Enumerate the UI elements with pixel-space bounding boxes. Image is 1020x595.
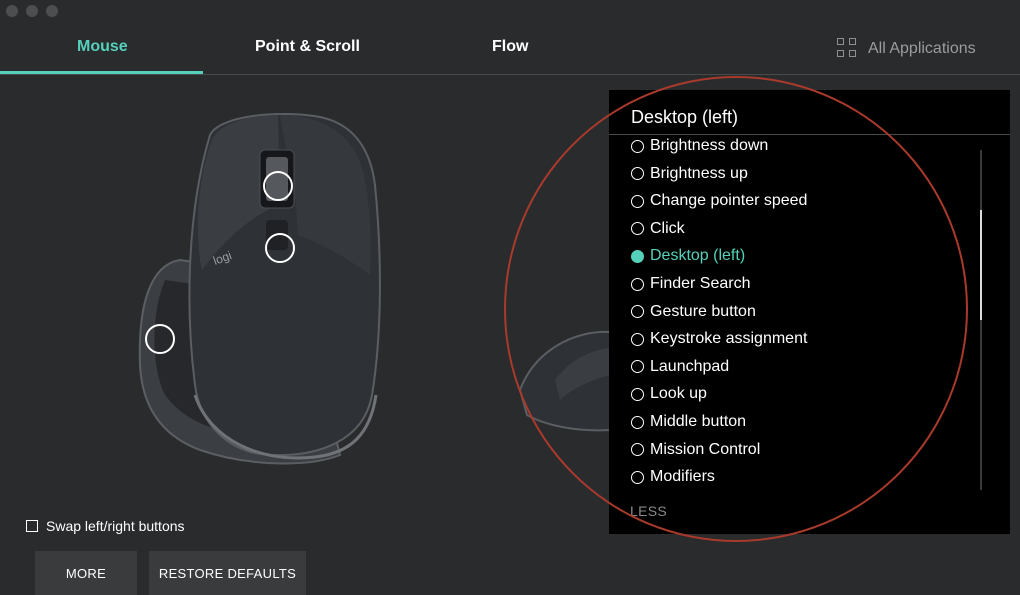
- dropdown-option[interactable]: Brightness up: [631, 163, 748, 185]
- less-button[interactable]: LESS: [630, 503, 667, 519]
- dropdown-option-label: Middle button: [650, 413, 747, 430]
- mouse-illustration: logi: [120, 95, 420, 495]
- radio-icon: [631, 415, 644, 429]
- dropdown-option[interactable]: Middle button: [631, 411, 746, 433]
- dropdown-option[interactable]: Keystroke assignment: [631, 328, 807, 350]
- swap-buttons-checkbox[interactable]: Swap left/right buttons: [26, 518, 185, 534]
- dropdown-option-label: Brightness up: [650, 164, 748, 182]
- dropdown-option-label: Keystroke assignment: [650, 330, 808, 348]
- dropdown-option[interactable]: Launchpad: [631, 356, 729, 378]
- radio-icon: [631, 305, 644, 319]
- gesture-button-hotspot[interactable]: [145, 324, 175, 354]
- zoom-window-button[interactable]: [46, 5, 58, 17]
- swap-buttons-label: Swap left/right buttons: [46, 518, 185, 534]
- dropdown-option-label: Gesture button: [650, 302, 756, 320]
- dropdown-option[interactable]: Desktop (left): [631, 245, 745, 267]
- dropdown-option-label: Desktop (left): [650, 247, 746, 265]
- dropdown-title: Desktop (left): [631, 107, 739, 127]
- action-dropdown: Desktop (left) Brightness down Brightness…: [609, 90, 1010, 534]
- radio-icon: [631, 194, 644, 208]
- dropdown-option-label: Modifiers: [650, 468, 715, 486]
- scrollbar-track[interactable]: [980, 150, 982, 490]
- dropdown-option[interactable]: Look up: [631, 383, 707, 405]
- dropdown-divider: [609, 134, 1010, 135]
- scrollbar-thumb[interactable]: [980, 210, 982, 320]
- dropdown-option-label: Change pointer speed: [650, 192, 808, 210]
- dropdown-option[interactable]: Brightness down: [631, 136, 768, 157]
- dropdown-option-label: Finder Search: [650, 275, 751, 292]
- dropdown-option-label: Mission Control: [650, 440, 761, 458]
- dropdown-option[interactable]: Click: [631, 218, 685, 240]
- minimize-window-button[interactable]: [26, 5, 38, 17]
- all-applications-label: All Applications: [868, 39, 976, 57]
- mouse-graphic: logi: [138, 113, 381, 465]
- grid-icon: [837, 38, 858, 59]
- tab-mouse[interactable]: Mouse: [77, 38, 128, 56]
- dropdown-option-label: Launchpad: [650, 357, 730, 375]
- radio-icon: [631, 167, 644, 181]
- mode-shift-hotspot[interactable]: [265, 233, 295, 263]
- close-window-button[interactable]: [6, 5, 18, 17]
- radio-icon: [631, 443, 644, 457]
- radio-icon: [631, 277, 644, 291]
- tab-point-scroll[interactable]: Point & Scroll: [255, 38, 360, 56]
- tab-flow[interactable]: Flow: [492, 38, 528, 56]
- secondary-mouse-illustration: [518, 330, 611, 432]
- title-bar: [0, 0, 1020, 22]
- tab-bar: Mouse Point & Scroll Flow All Applicatio…: [0, 22, 1020, 75]
- dropdown-option[interactable]: Modifiers: [631, 466, 715, 488]
- radio-icon: [631, 387, 644, 401]
- dropdown-option[interactable]: Change pointer speed: [631, 190, 807, 212]
- radio-icon: [631, 332, 644, 346]
- dropdown-list[interactable]: Brightness down Brightness up Change point…: [609, 136, 1010, 490]
- radio-selected-icon: [631, 249, 644, 263]
- active-tab-indicator: [0, 71, 203, 74]
- dropdown-option-label: Look up: [650, 385, 707, 403]
- radio-icon: [631, 222, 644, 236]
- radio-icon: [631, 139, 644, 153]
- scroll-wheel-hotspot[interactable]: [263, 171, 293, 201]
- more-button[interactable]: MORE: [35, 551, 137, 595]
- dropdown-option[interactable]: Finder Search: [631, 273, 751, 295]
- all-applications-button[interactable]: All Applications: [837, 38, 976, 59]
- dropdown-option[interactable]: Gesture button: [631, 301, 756, 323]
- radio-icon: [631, 470, 644, 484]
- checkbox-box[interactable]: [26, 520, 38, 532]
- radio-icon: [631, 360, 644, 374]
- dropdown-option-label: Click: [650, 219, 685, 237]
- dropdown-option-label: Brightness down: [650, 137, 769, 154]
- dropdown-option[interactable]: Mission Control: [631, 439, 760, 461]
- restore-defaults-button[interactable]: RESTORE DEFAULTS: [149, 551, 306, 595]
